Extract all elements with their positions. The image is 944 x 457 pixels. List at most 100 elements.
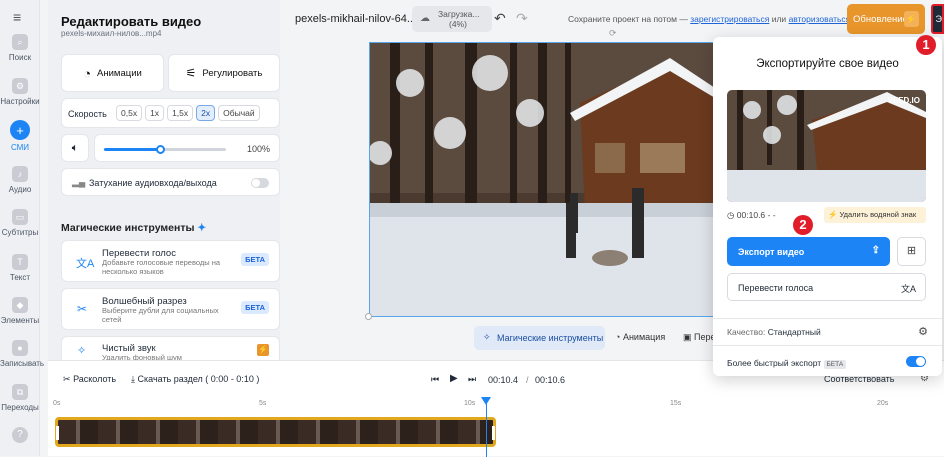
magic-tools-tab[interactable]: ✧ Магические инструменты	[474, 326, 605, 350]
login-link[interactable]: авторизоваться	[789, 14, 851, 24]
export-thumbnail: VEED.IO	[727, 90, 926, 202]
fade-toggle[interactable]	[251, 178, 269, 188]
clip-trim-start[interactable]	[56, 426, 59, 440]
magic-tools-title: Магические инструменты ✦	[61, 222, 207, 234]
tool-translate-voice[interactable]: 文A Перевести голос Добавьте голосовые пе…	[61, 240, 280, 282]
volume-icon[interactable]: 🔈︎	[61, 134, 89, 162]
rail-item-elements[interactable]: ◆ Элементы	[0, 297, 40, 325]
quality-setting[interactable]: Качество: Стандартный	[727, 327, 821, 337]
prev-icon[interactable]: ⏮	[431, 374, 439, 385]
time-ruler: 0s 5s 10s 15s 20s	[53, 400, 889, 407]
play-icon[interactable]: ▶	[450, 373, 458, 384]
next-icon[interactable]: ⏭	[468, 374, 476, 385]
export-options-icon[interactable]: ⊞	[897, 237, 926, 266]
download-icon: ⤓	[131, 374, 135, 384]
split-button[interactable]: ✂ Расколоть	[63, 374, 116, 385]
rotate-icon[interactable]: ⟳	[609, 28, 617, 39]
tool-clean-audio[interactable]: ✧ Чистый звук Удалить фоновый шум ⚡	[61, 336, 280, 362]
gear-icon[interactable]: ⚙	[918, 325, 928, 338]
help-icon[interactable]: ?	[12, 427, 28, 443]
export-video-button[interactable]: Экспорт видео ⇪	[727, 237, 890, 266]
rail-item-search[interactable]: ⌕ Поиск	[0, 34, 40, 62]
divider	[713, 318, 942, 319]
more-tab[interactable]: ▣ Пере	[683, 332, 716, 343]
transitions-icon: ⧉	[12, 384, 28, 400]
speed-custom[interactable]: Обычай	[218, 105, 260, 121]
speed-1.5x[interactable]: 1,5x	[167, 105, 194, 121]
sliders-icon: ⚟	[185, 66, 197, 80]
save-prompt: Сохраните проект на потом — зарегистриро…	[568, 14, 851, 24]
annotation-marker-2: 2	[793, 215, 813, 235]
redo-icon[interactable]: ↷	[516, 10, 528, 27]
beta-badge: БЕТА	[241, 253, 269, 266]
volume-handle[interactable]	[156, 145, 165, 154]
bolt-icon: ⚡	[904, 11, 919, 27]
gear-icon: ⚙	[12, 78, 28, 94]
fade-row: ▂▄ Затухание аудиовхода/выхода	[61, 168, 280, 196]
edit-panel: Редактировать видео pexels-михаил-нилов.…	[48, 0, 280, 362]
resize-handle[interactable]	[365, 313, 372, 320]
text-icon: T	[12, 254, 28, 270]
rail-item-subtitles[interactable]: ▭ Субтитры	[0, 209, 40, 237]
adjust-button[interactable]: ⚟ Регулировать	[168, 54, 280, 92]
export-popup: Экспортируйте свое видео VEED.IO ◷ 00:10…	[713, 37, 942, 376]
speed-1x[interactable]: 1x	[145, 105, 165, 121]
rail-item-audio[interactable]: ♪ Аудио	[0, 166, 40, 194]
speed-0.5x[interactable]: 0,5x	[116, 105, 143, 121]
faster-export-toggle[interactable]	[906, 356, 926, 367]
animations-button[interactable]: ◔ Анимации	[61, 54, 164, 92]
menu-icon[interactable]: ≡	[13, 9, 21, 25]
rail-item-transitions[interactable]: ⧉ Переходы	[0, 384, 40, 412]
upload-status: ☁ Загрузка... (4%)	[412, 6, 492, 32]
scissors-icon: ✂	[63, 374, 71, 384]
animation-icon: ◔	[83, 65, 92, 81]
sparkle-icon: ✧	[77, 345, 87, 357]
export-button[interactable]: Э	[931, 4, 944, 34]
register-link[interactable]: зарегистрироваться	[690, 14, 769, 24]
rail-item-settings[interactable]: ⚙ Настройки	[0, 78, 40, 106]
rail-item-record[interactable]: ● Записывать	[0, 340, 44, 368]
bolt-icon: ⚡	[828, 210, 838, 219]
subtitles-icon: ▭	[12, 209, 28, 225]
volume-row: 100%	[94, 134, 280, 162]
annotation-marker-1: 1	[916, 35, 936, 55]
translate-icon: 文A	[900, 284, 916, 294]
speed-row: Скорость 0,5x 1x 1,5x 2x Обычай	[61, 98, 280, 128]
sparkle-icon: ✧	[483, 332, 491, 342]
video-preview[interactable]	[369, 42, 714, 317]
image-icon: ▣	[683, 332, 692, 342]
tool-magic-cut[interactable]: ✂ Волшебный разрез Выберите дубли для со…	[61, 288, 280, 330]
project-name[interactable]: pexels-mikhail-nilov-64...	[295, 13, 416, 25]
file-name: pexels-михаил-нилов...mp4	[61, 29, 162, 38]
download-section-button[interactable]: ⤓ Скачать раздел ( 0:00 - 0:10 )	[131, 374, 259, 385]
music-icon: ♪	[12, 166, 28, 182]
export-title: Экспортируйте свое видео	[756, 58, 899, 70]
animation-icon: ◔	[615, 332, 621, 342]
upgrade-button[interactable]: Обновление ⚡	[847, 4, 925, 34]
bolt-icon: ⚡	[257, 344, 269, 356]
translate-icon: 文A	[76, 258, 95, 270]
panel-title: Редактировать видео	[61, 14, 202, 29]
record-icon: ●	[12, 340, 28, 356]
speed-2x[interactable]: 2x	[196, 105, 216, 121]
current-time: 00:10.4	[488, 375, 519, 385]
sparkle-icon: ✦	[197, 222, 207, 234]
volume-slider[interactable]	[104, 145, 226, 154]
translate-voices-button[interactable]: Перевести голоса 文A	[727, 273, 926, 301]
beta-badge: БЕТА	[241, 301, 269, 314]
scissors-icon: ✂	[77, 302, 88, 316]
watermark: VEED.IO	[887, 96, 920, 105]
rail-item-media[interactable]: + СМИ	[0, 120, 40, 152]
playhead[interactable]	[481, 397, 491, 457]
elements-icon: ◆	[12, 297, 28, 313]
clock-icon: ◷	[727, 210, 735, 220]
animation-tab[interactable]: ◔ Анимация	[615, 332, 665, 342]
remove-watermark-button[interactable]: ⚡ Удалить водяной знак	[824, 207, 926, 223]
search-icon: ⌕	[12, 34, 28, 50]
rail-item-text[interactable]: T Текст	[0, 254, 40, 282]
volume-fill	[104, 148, 160, 151]
clip-trim-end[interactable]	[492, 426, 495, 440]
video-clip[interactable]	[55, 417, 496, 447]
cloud-icon: ☁	[420, 13, 430, 24]
undo-icon[interactable]: ↶	[494, 10, 506, 27]
